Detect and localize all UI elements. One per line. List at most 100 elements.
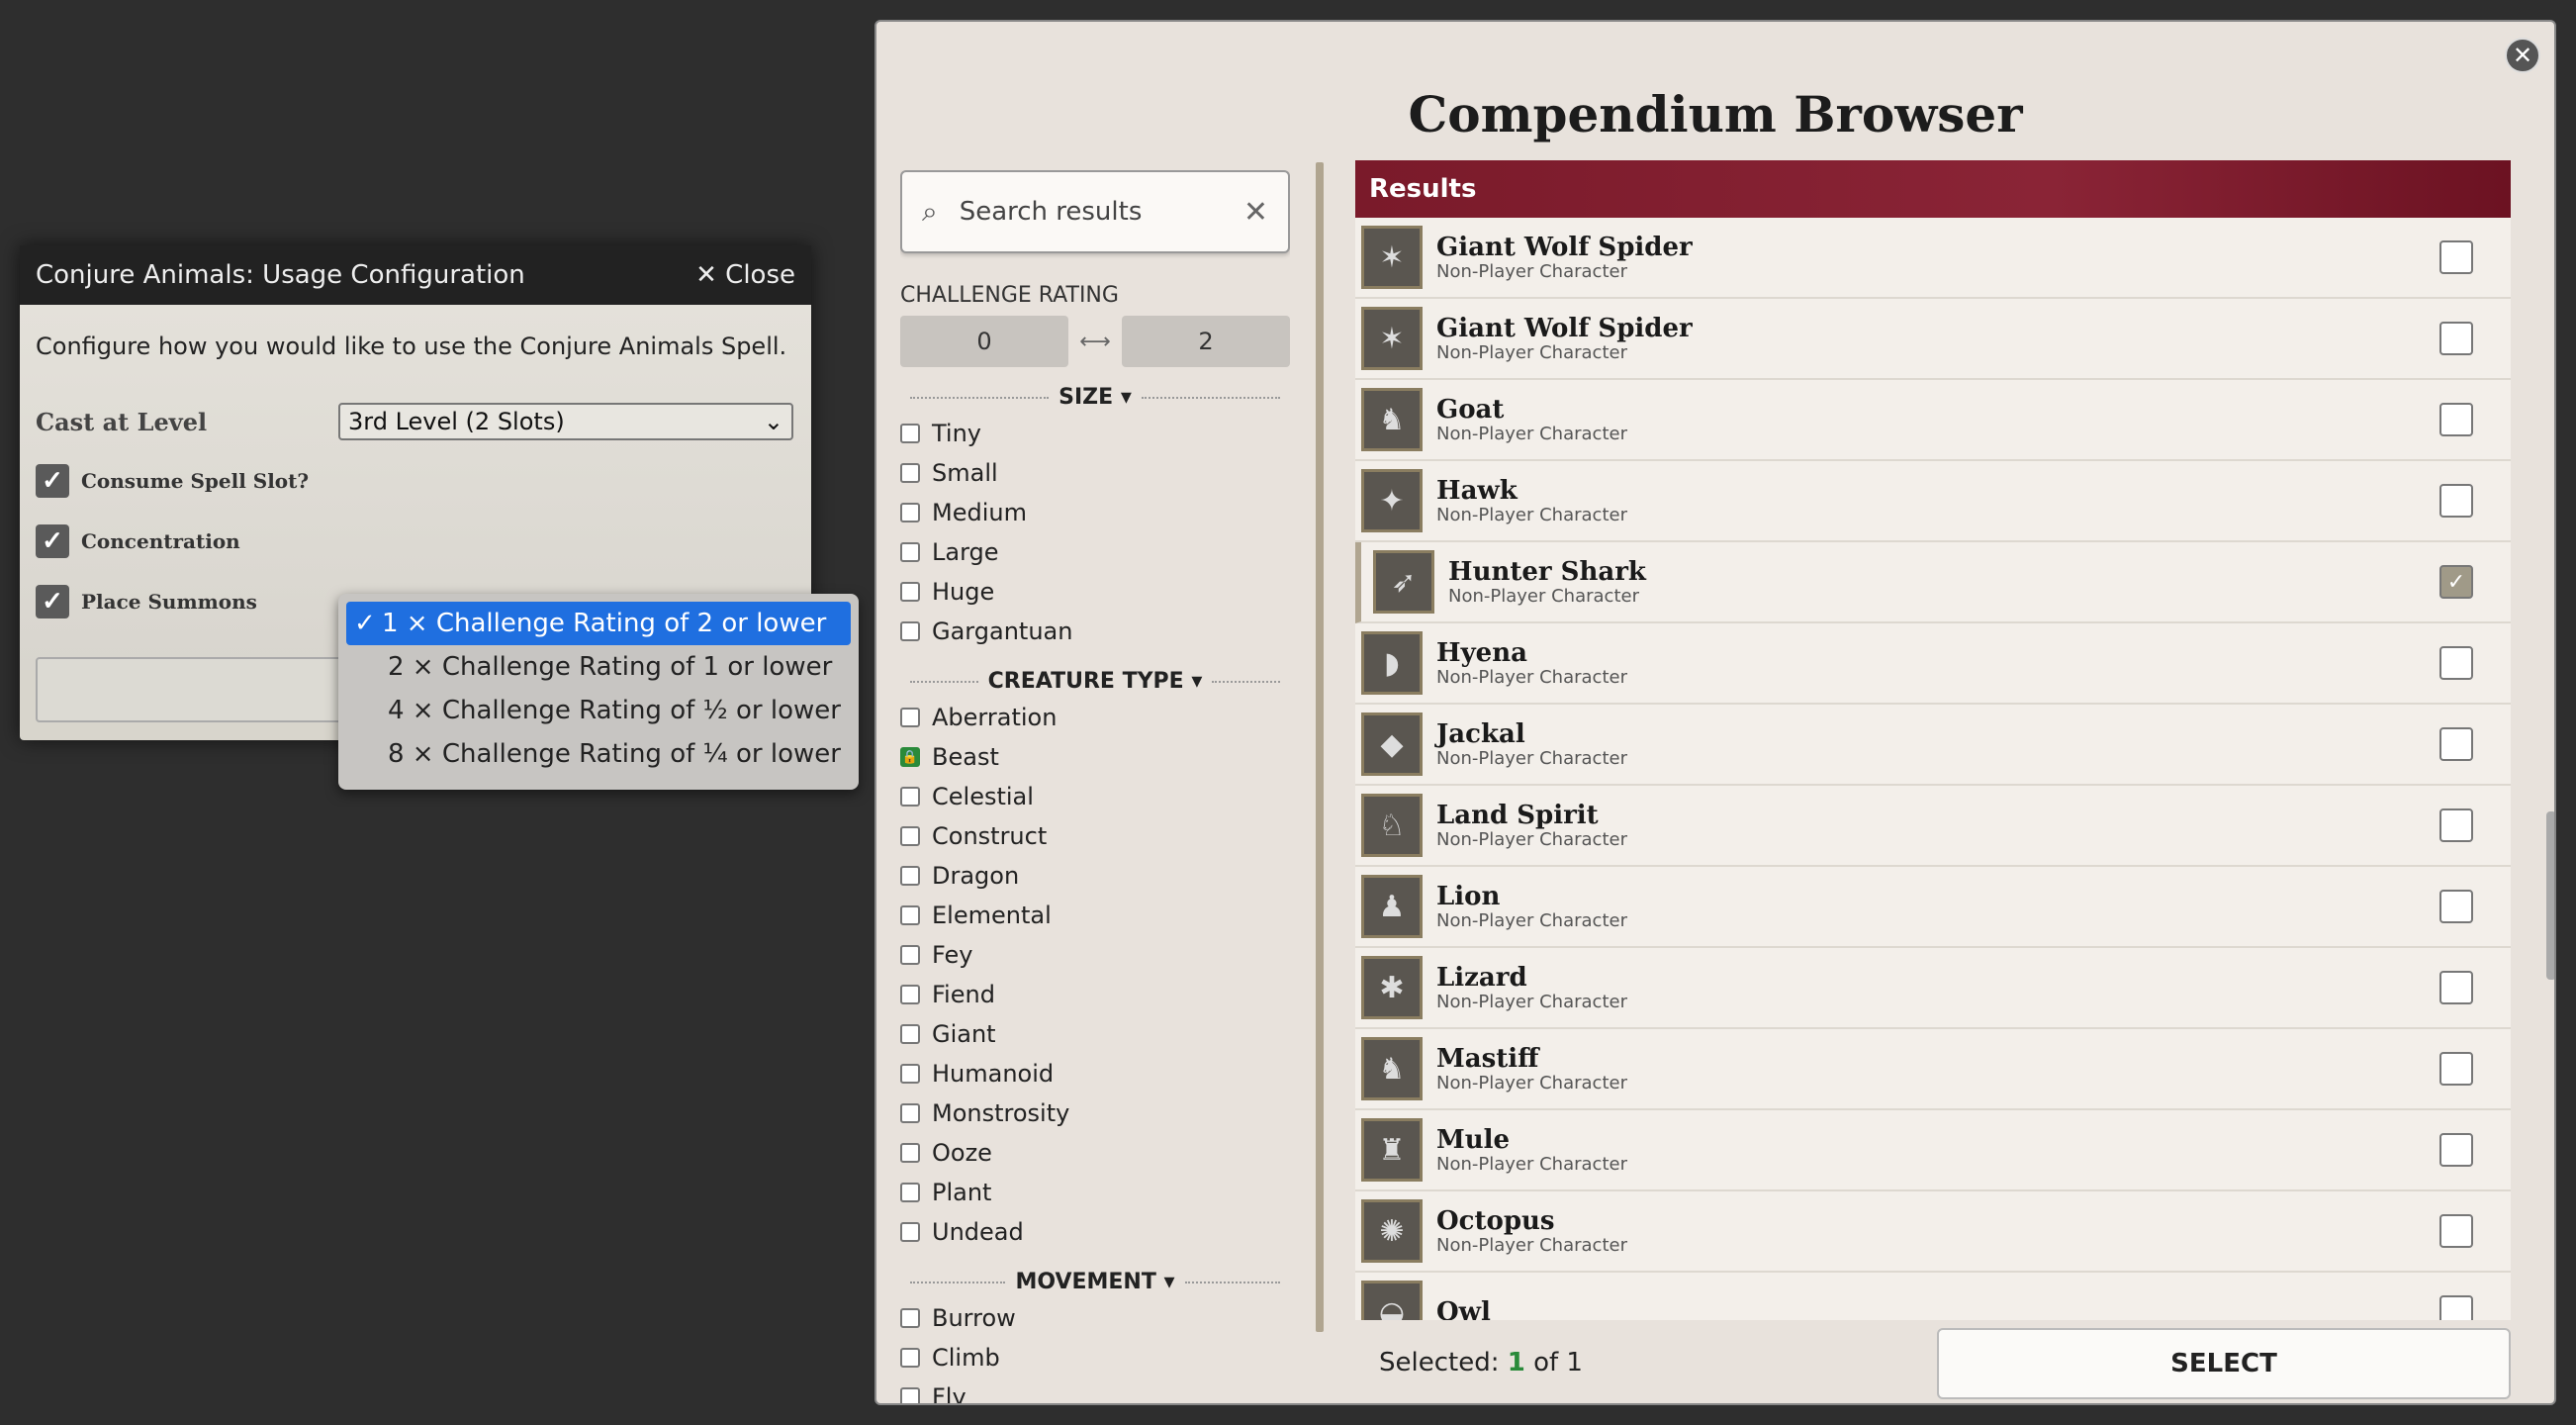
result-checkbox[interactable] bbox=[2439, 646, 2473, 680]
clear-search-icon[interactable]: ✕ bbox=[1243, 195, 1268, 230]
filter-option[interactable]: Huge bbox=[900, 572, 1290, 612]
filter-option[interactable]: Giant bbox=[900, 1014, 1290, 1054]
filter-checkbox[interactable] bbox=[900, 866, 920, 886]
dialog-action-button[interactable] bbox=[36, 657, 362, 722]
result-checkbox[interactable] bbox=[2439, 808, 2473, 842]
filter-checkbox[interactable] bbox=[900, 1183, 920, 1202]
filter-option[interactable]: Monstrosity bbox=[900, 1093, 1290, 1133]
cast-level-select[interactable]: 3rd Level (2 Slots) ⌄ bbox=[338, 403, 793, 440]
filter-option[interactable]: Tiny bbox=[900, 414, 1290, 453]
result-row[interactable]: ◆ Jackal Non-Player Character bbox=[1355, 705, 2511, 786]
consume-slot-checkbox[interactable]: ✓ bbox=[36, 464, 69, 498]
creature-type-filter-list: Aberration 🔒 Beast Celestial Construct Dragon… bbox=[900, 698, 1290, 1252]
filter-option[interactable]: Ooze bbox=[900, 1133, 1290, 1173]
filter-checkbox[interactable] bbox=[900, 708, 920, 727]
concentration-checkbox[interactable]: ✓ bbox=[36, 524, 69, 558]
result-row[interactable]: ✱ Lizard Non-Player Character bbox=[1355, 948, 2511, 1029]
filter-option[interactable]: Gargantuan bbox=[900, 612, 1290, 651]
result-row[interactable]: ✺ Octopus Non-Player Character bbox=[1355, 1191, 2511, 1273]
filter-checkbox[interactable] bbox=[900, 905, 920, 925]
size-section-header[interactable]: SIZE ▾ bbox=[900, 385, 1290, 410]
filter-checkbox[interactable] bbox=[900, 1143, 920, 1163]
filter-checkbox[interactable] bbox=[900, 826, 920, 846]
result-row[interactable]: ♘ Land Spirit Non-Player Character bbox=[1355, 786, 2511, 867]
result-checkbox[interactable] bbox=[2439, 890, 2473, 923]
result-checkbox[interactable] bbox=[2439, 1133, 2473, 1167]
dropdown-option[interactable]: 2 × Challenge Rating of 1 or lower bbox=[346, 645, 851, 689]
filter-option[interactable]: Large bbox=[900, 532, 1290, 572]
dropdown-option[interactable]: ✓ 1 × Challenge Rating of 2 or lower bbox=[346, 602, 851, 645]
filter-option[interactable]: Elemental bbox=[900, 896, 1290, 935]
creature-thumbnail-icon: ♞ bbox=[1361, 388, 1423, 451]
filter-checkbox[interactable] bbox=[900, 463, 920, 483]
filter-checkbox[interactable] bbox=[900, 621, 920, 641]
filter-checkbox[interactable] bbox=[900, 582, 920, 602]
place-summons-checkbox[interactable]: ✓ bbox=[36, 585, 69, 618]
result-row[interactable]: ✶ Giant Wolf Spider Non-Player Character bbox=[1355, 218, 2511, 299]
filter-option[interactable]: Undead bbox=[900, 1212, 1290, 1252]
result-row[interactable]: ◒ Owl bbox=[1355, 1273, 2511, 1320]
result-row[interactable]: ♞ Goat Non-Player Character bbox=[1355, 380, 2511, 461]
close-button[interactable]: ✕ Close bbox=[695, 260, 795, 290]
filter-checkbox[interactable] bbox=[900, 787, 920, 807]
result-checkbox[interactable] bbox=[2439, 240, 2473, 274]
filter-option[interactable]: Small bbox=[900, 453, 1290, 493]
dropdown-option[interactable]: 8 × Challenge Rating of ¼ or lower bbox=[346, 732, 851, 776]
filter-checkbox[interactable] bbox=[900, 985, 920, 1004]
filter-option[interactable]: Aberration bbox=[900, 698, 1290, 737]
filter-option[interactable]: Plant bbox=[900, 1173, 1290, 1212]
dropdown-option[interactable]: 4 × Challenge Rating of ½ or lower bbox=[346, 689, 851, 732]
result-row[interactable]: ♟ Lion Non-Player Character bbox=[1355, 867, 2511, 948]
result-checkbox[interactable] bbox=[2439, 971, 2473, 1004]
close-icon[interactable]: ✕ bbox=[2505, 38, 2540, 73]
creature-thumbnail-icon: ◗ bbox=[1361, 631, 1423, 695]
filter-checkbox[interactable] bbox=[900, 1222, 920, 1242]
filter-option[interactable]: Construct bbox=[900, 816, 1290, 856]
cr-max-input[interactable]: 2 bbox=[1122, 316, 1290, 367]
search-input[interactable]: ⌕ Search results ✕ bbox=[900, 170, 1290, 253]
filter-checkbox[interactable] bbox=[900, 542, 920, 562]
results-scrollbar[interactable] bbox=[2546, 811, 2554, 980]
filter-label: Gargantuan bbox=[932, 618, 1073, 645]
filter-option[interactable]: Fly bbox=[900, 1378, 1290, 1403]
filter-option[interactable]: Medium bbox=[900, 493, 1290, 532]
result-row[interactable]: ♞ Mastiff Non-Player Character bbox=[1355, 1029, 2511, 1110]
filter-checkbox[interactable] bbox=[900, 1064, 920, 1084]
filter-checkbox[interactable] bbox=[900, 1308, 920, 1328]
result-checkbox[interactable] bbox=[2439, 1214, 2473, 1248]
filter-checkbox[interactable] bbox=[900, 1024, 920, 1044]
lock-icon[interactable]: 🔒 bbox=[900, 747, 920, 767]
result-checkbox[interactable] bbox=[2439, 727, 2473, 761]
result-row[interactable]: ✦ Hawk Non-Player Character bbox=[1355, 461, 2511, 542]
filter-checkbox[interactable] bbox=[900, 1103, 920, 1123]
cr-min-input[interactable]: 0 bbox=[900, 316, 1068, 367]
panel-divider[interactable] bbox=[1316, 162, 1324, 1332]
result-row[interactable]: ➶ Hunter Shark Non-Player Character ✓ bbox=[1355, 542, 2511, 623]
result-checkbox[interactable] bbox=[2439, 1295, 2473, 1320]
result-checkbox[interactable]: ✓ bbox=[2439, 565, 2473, 599]
filter-option[interactable]: Burrow bbox=[900, 1298, 1290, 1338]
filter-checkbox[interactable] bbox=[900, 1387, 920, 1403]
result-checkbox[interactable] bbox=[2439, 403, 2473, 436]
result-row[interactable]: ♜ Mule Non-Player Character bbox=[1355, 1110, 2511, 1191]
filter-option[interactable]: Celestial bbox=[900, 777, 1290, 816]
result-checkbox[interactable] bbox=[2439, 1052, 2473, 1086]
filter-checkbox[interactable] bbox=[900, 945, 920, 965]
filter-option[interactable]: Fiend bbox=[900, 975, 1290, 1014]
filter-option[interactable]: 🔒 Beast bbox=[900, 737, 1290, 777]
result-row[interactable]: ◗ Hyena Non-Player Character bbox=[1355, 623, 2511, 705]
result-checkbox[interactable] bbox=[2439, 484, 2473, 518]
filter-option[interactable]: Climb bbox=[900, 1338, 1290, 1378]
result-row[interactable]: ✶ Giant Wolf Spider Non-Player Character bbox=[1355, 299, 2511, 380]
result-checkbox[interactable] bbox=[2439, 322, 2473, 355]
filter-option[interactable]: Fey bbox=[900, 935, 1290, 975]
filter-option[interactable]: Dragon bbox=[900, 856, 1290, 896]
filter-label: Aberration bbox=[932, 704, 1058, 731]
filter-checkbox[interactable] bbox=[900, 503, 920, 522]
filter-checkbox[interactable] bbox=[900, 424, 920, 443]
creature-type-section-header[interactable]: CREATURE TYPE ▾ bbox=[900, 669, 1290, 694]
movement-section-header[interactable]: MOVEMENT ▾ bbox=[900, 1270, 1290, 1294]
filter-option[interactable]: Humanoid bbox=[900, 1054, 1290, 1093]
select-button[interactable]: SELECT bbox=[1937, 1328, 2511, 1399]
filter-checkbox[interactable] bbox=[900, 1348, 920, 1368]
